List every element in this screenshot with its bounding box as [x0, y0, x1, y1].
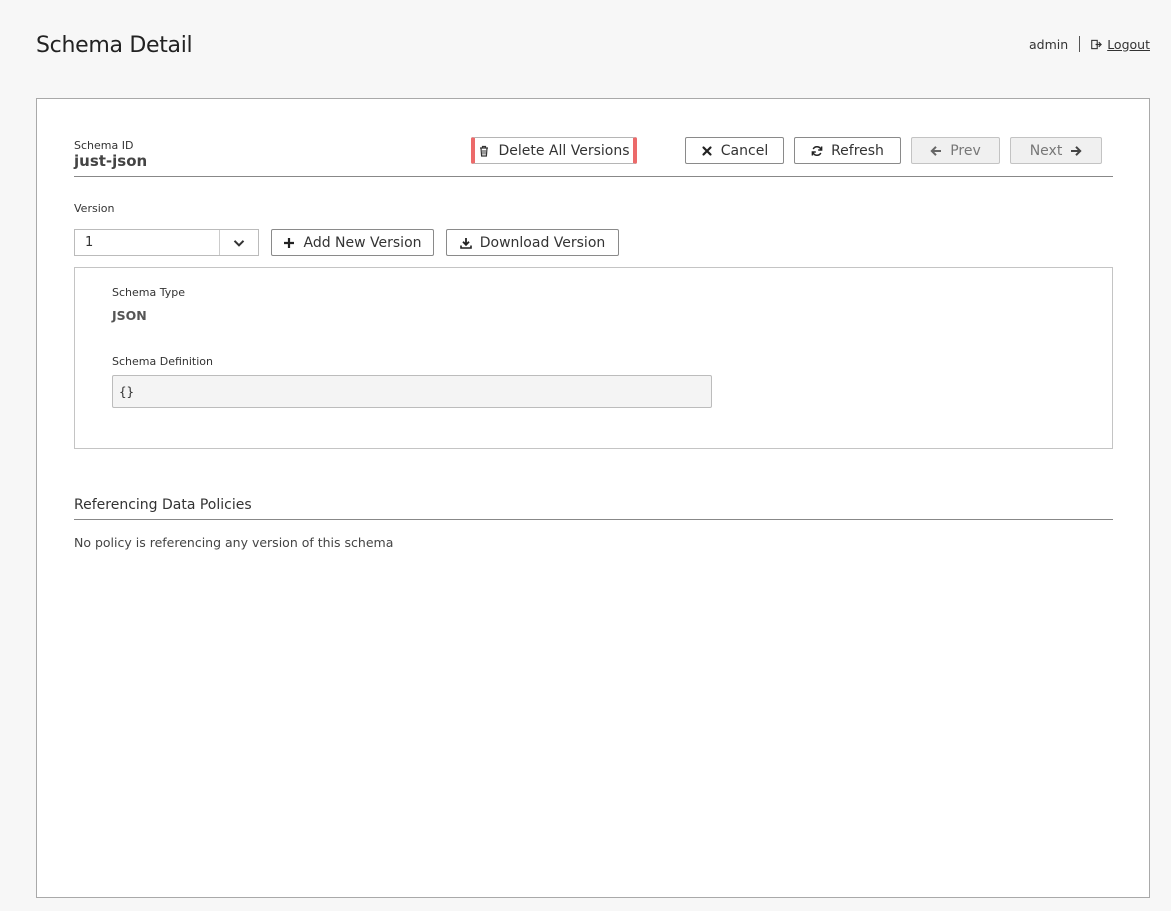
version-select-value: 1: [85, 235, 94, 250]
version-label: Version: [74, 202, 115, 215]
schema-id-label: Schema ID: [74, 139, 134, 152]
prev-label: Prev: [950, 142, 981, 159]
divider: [1079, 36, 1081, 52]
user-area: admin Logout: [1029, 36, 1150, 52]
referencing-policies-title: Referencing Data Policies: [74, 497, 252, 513]
close-icon: [702, 145, 712, 156]
schema-type-value: JSON: [112, 308, 147, 323]
refresh-button[interactable]: Refresh: [794, 137, 901, 164]
refresh-icon: [811, 145, 823, 156]
trash-icon: [480, 145, 489, 157]
cancel-button[interactable]: Cancel: [685, 137, 784, 164]
prev-button[interactable]: Prev: [911, 137, 1000, 164]
page-title: Schema Detail: [36, 33, 193, 58]
logout-link[interactable]: Logout: [1091, 37, 1150, 52]
download-version-button[interactable]: Download Version: [446, 229, 619, 256]
logout-label: Logout: [1107, 36, 1150, 52]
next-label: Next: [1029, 142, 1063, 159]
schema-id-value: just-json: [74, 152, 148, 170]
version-select[interactable]: 1: [74, 229, 259, 256]
schema-definition-label: Schema Definition: [112, 355, 213, 368]
download-version-label: Download Version: [479, 234, 606, 251]
refresh-label: Refresh: [831, 142, 884, 159]
header-divider: [74, 176, 1113, 177]
delete-all-versions-button[interactable]: Delete All Versions: [471, 137, 637, 164]
referencing-policies-divider: [74, 519, 1113, 520]
download-icon: [459, 237, 472, 249]
sign-out-icon: [1091, 39, 1103, 49]
delete-all-versions-label: Delete All Versions: [498, 142, 630, 159]
schema-definition-field[interactable]: {}: [112, 375, 712, 408]
arrow-right-icon: [1071, 145, 1082, 156]
add-new-version-label: Add New Version: [303, 234, 422, 251]
cancel-label: Cancel: [720, 142, 769, 159]
plus-icon: [284, 237, 295, 248]
referencing-policies-empty-message: No policy is referencing any version of …: [74, 535, 394, 550]
version-details-box: Schema Type JSON Schema Definition {}: [74, 267, 1113, 449]
schema-type-label: Schema Type: [112, 286, 185, 299]
username: admin: [1029, 36, 1069, 52]
add-new-version-button[interactable]: Add New Version: [271, 229, 434, 256]
chevron-down-icon[interactable]: [219, 230, 258, 255]
schema-detail-panel: Schema ID just-json Delete All Versions …: [36, 98, 1150, 898]
arrow-left-icon: [930, 145, 942, 156]
next-button[interactable]: Next: [1010, 137, 1102, 164]
